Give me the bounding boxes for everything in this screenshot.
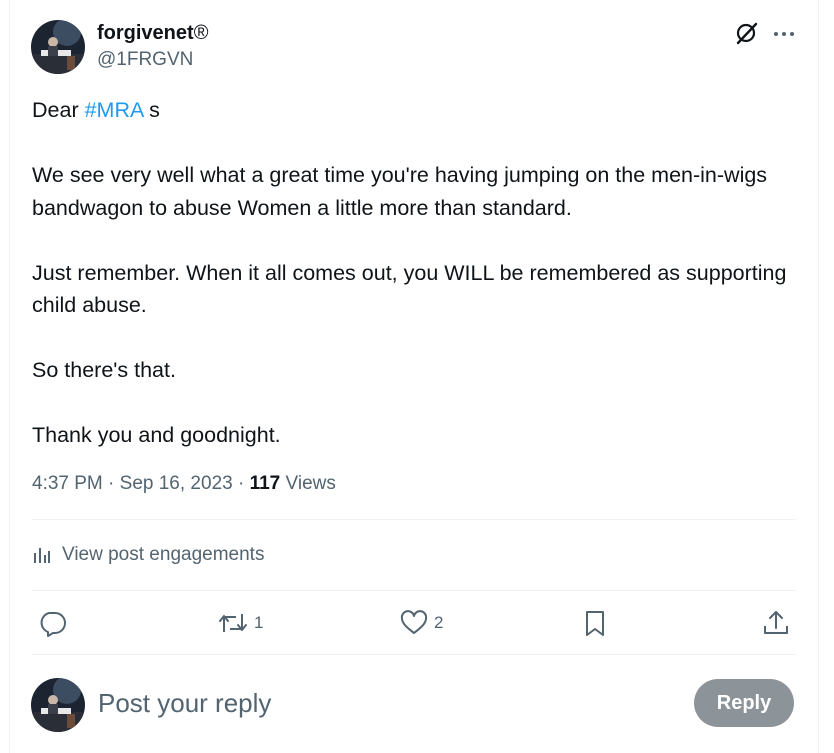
reply-submit-button[interactable]: Reply — [694, 679, 794, 727]
like-button[interactable]: 2 — [399, 606, 443, 640]
divider — [32, 519, 796, 520]
reply-input[interactable]: Post your reply — [98, 685, 271, 721]
bookmark-button[interactable] — [580, 606, 610, 640]
tweet-paragraph-3: Just remember. When it all comes out, yo… — [32, 260, 787, 318]
display-name-text: forgivenet — [97, 22, 194, 44]
author-display-name[interactable]: forgivenet® — [97, 20, 208, 46]
tweet-paragraph-4: So there's that. — [32, 358, 176, 382]
user-avatar[interactable] — [31, 678, 85, 732]
tweet-body: Dear #MRA s We see very well what a grea… — [32, 94, 802, 452]
greeting-text: Dear — [32, 98, 85, 122]
like-count: 2 — [434, 613, 444, 632]
divider — [32, 654, 796, 655]
views-label: Views — [280, 473, 336, 494]
author-avatar[interactable] — [31, 20, 85, 74]
tweet-meta: 4:37 PM · Sep 16, 2023 · 117 Views — [32, 470, 336, 498]
bookmark-icon — [586, 611, 604, 636]
author-handle[interactable]: @1FRGVN — [97, 48, 193, 72]
tweet-paragraph-5: Thank you and goodnight. — [32, 423, 281, 447]
views-count: 117 — [249, 473, 281, 494]
grok-icon[interactable] — [734, 20, 760, 46]
reply-icon — [40, 612, 66, 637]
retweet-icon — [219, 614, 247, 632]
hashtag-link[interactable]: #MRA — [85, 98, 144, 122]
retweet-button[interactable]: 1 — [217, 606, 263, 640]
meta-separator: · — [102, 473, 120, 494]
tweet-date[interactable]: Sep 16, 2023 — [120, 473, 233, 494]
reply-button[interactable] — [37, 606, 72, 640]
more-icon[interactable] — [771, 20, 797, 46]
engagements-label: View post engagements — [62, 544, 265, 565]
analytics-icon — [34, 548, 50, 563]
share-button[interactable] — [761, 606, 791, 640]
registered-badge: ® — [193, 22, 209, 44]
tweet-paragraph-1: Dear #MRA s — [32, 94, 802, 127]
heart-icon — [400, 610, 428, 634]
tweet-paragraph-2: We see very well what a great time you'r… — [32, 163, 768, 220]
retweet-count: 1 — [254, 613, 264, 632]
meta-separator: · — [232, 473, 250, 494]
greeting-suffix: s — [143, 98, 160, 122]
divider — [32, 590, 796, 591]
tweet-time[interactable]: 4:37 PM — [32, 473, 103, 494]
view-engagements-link[interactable]: View post engagements — [32, 541, 264, 569]
share-icon — [764, 611, 788, 634]
